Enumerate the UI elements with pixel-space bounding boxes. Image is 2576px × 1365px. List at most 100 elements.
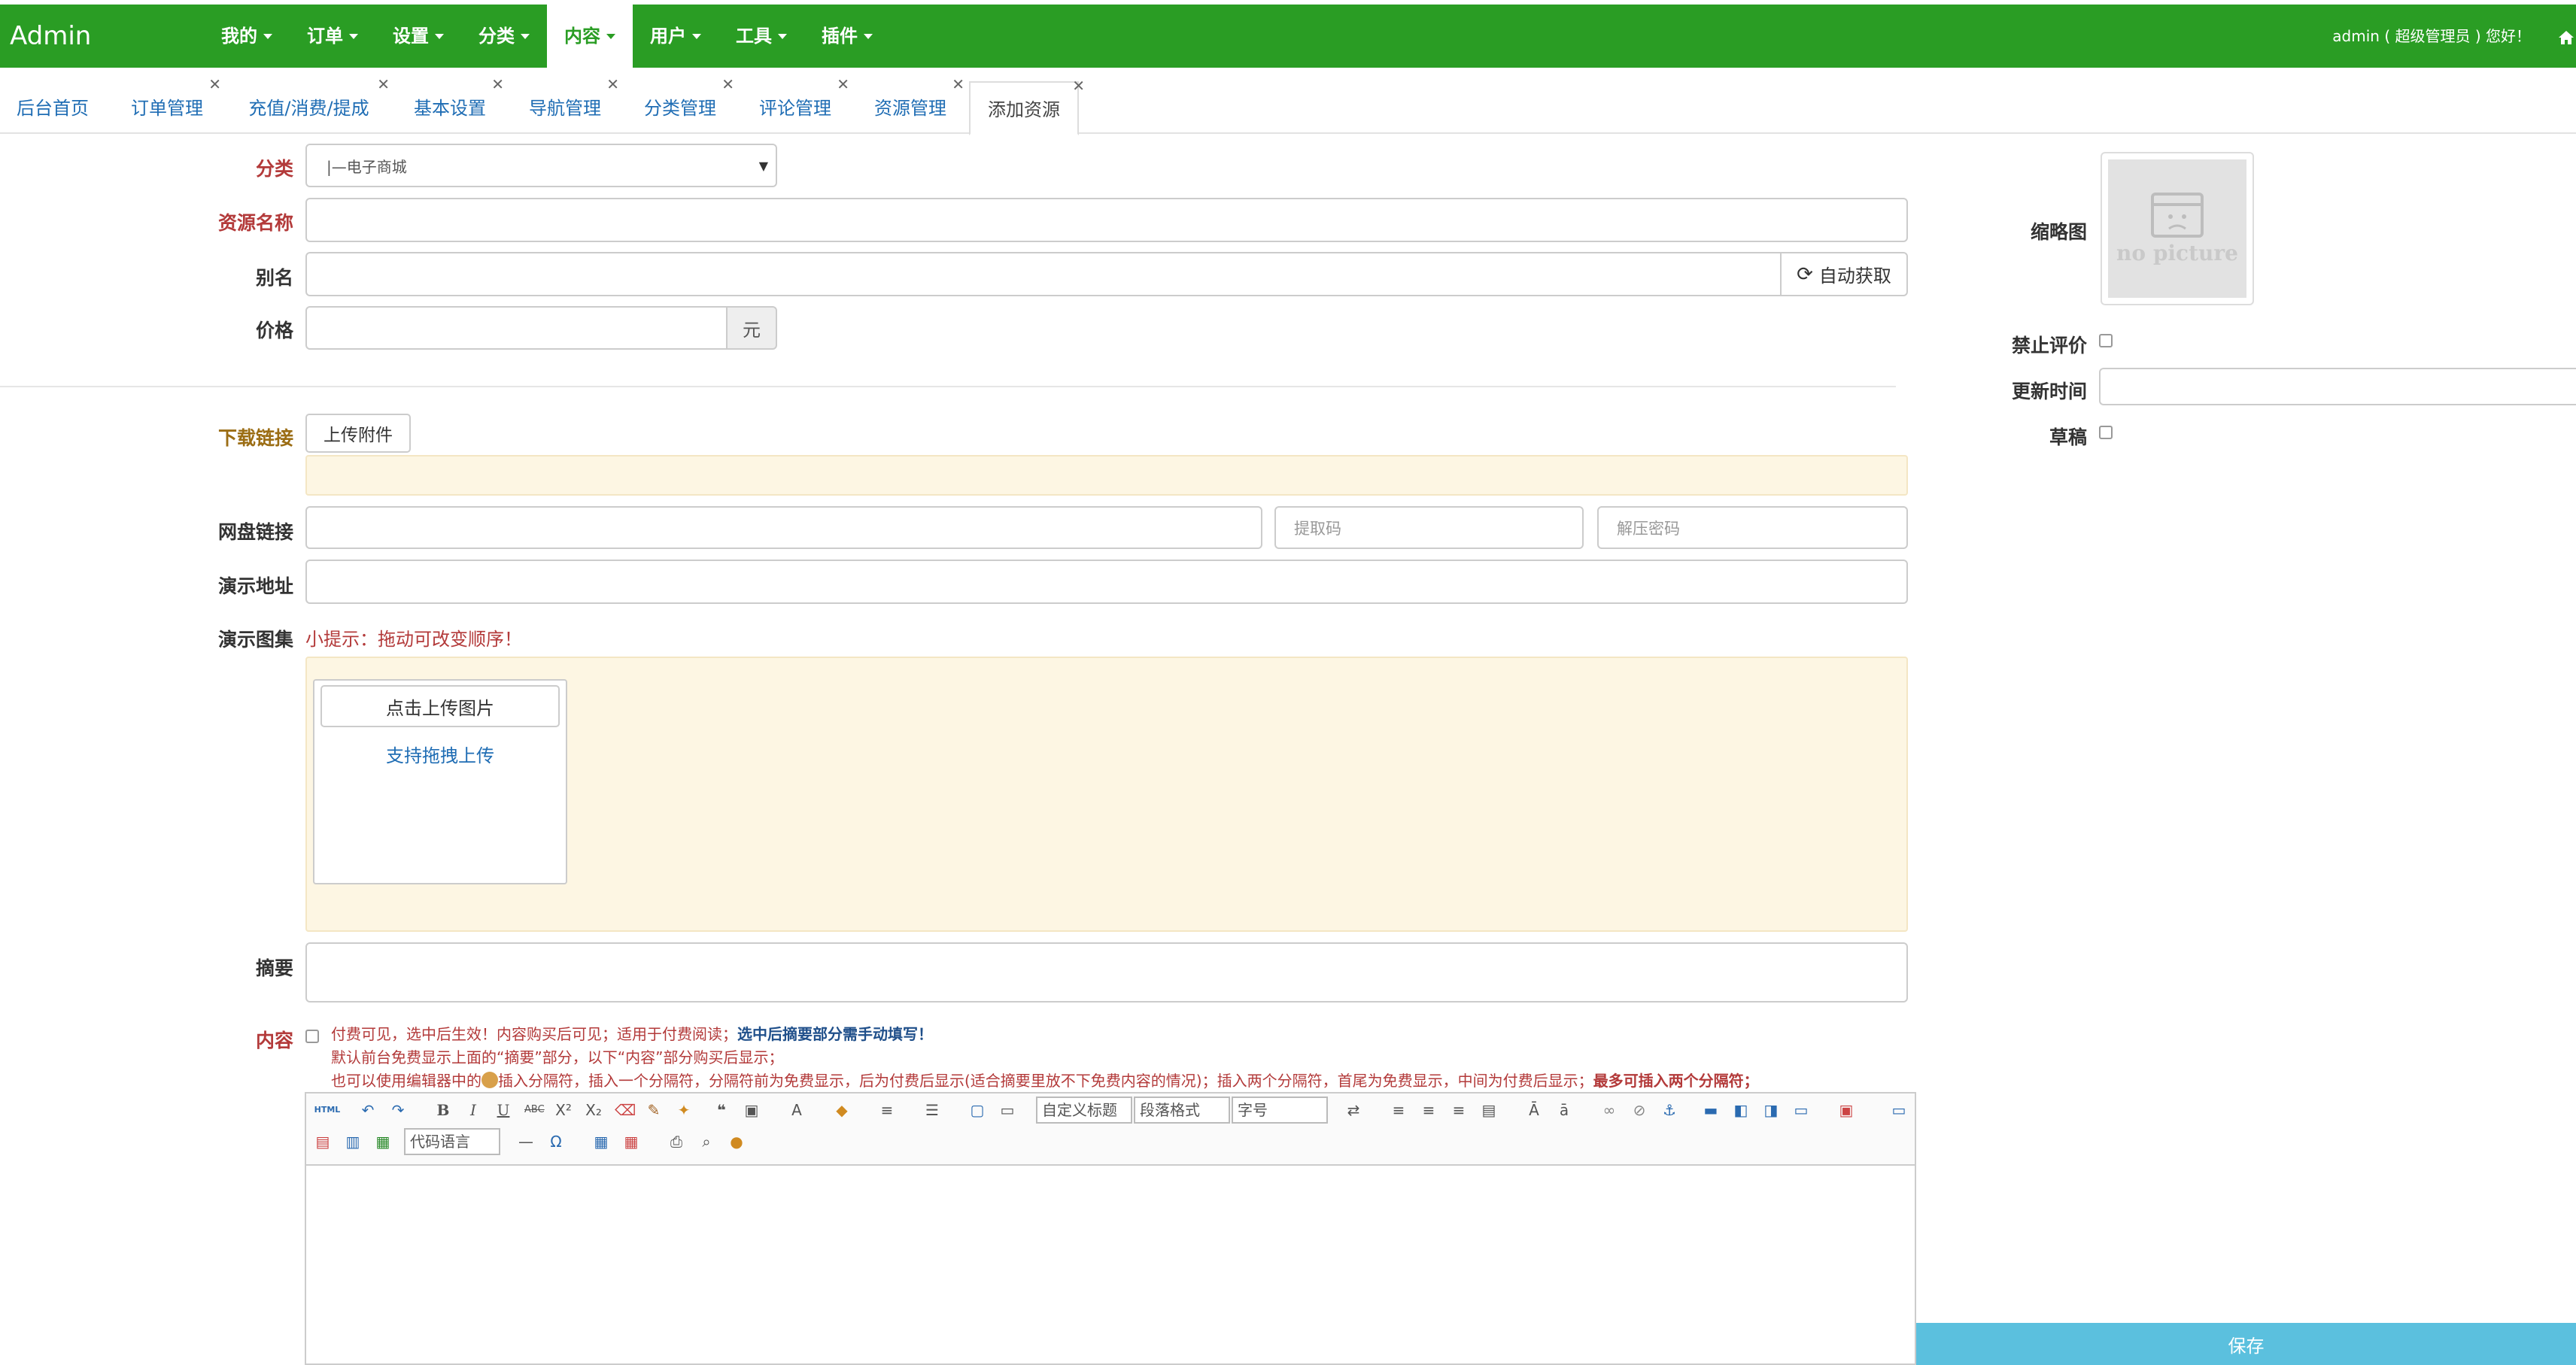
undo-icon[interactable]: ↶ — [359, 1101, 377, 1119]
alias-input[interactable] — [305, 252, 1782, 296]
align-center-icon[interactable]: ≡ — [1420, 1101, 1438, 1119]
insert-file-icon[interactable]: ▦ — [374, 1133, 392, 1151]
close-icon[interactable]: ✕ — [377, 77, 390, 92]
user-greeting[interactable]: admin ( 超级管理员 ) 您好！ — [2332, 5, 2531, 68]
close-icon[interactable]: ✕ — [208, 77, 221, 92]
nav-item-content[interactable]: 内容 — [547, 5, 633, 68]
image-float-right-icon[interactable]: ◨ — [1762, 1101, 1780, 1119]
rich-text-editor[interactable]: HTML ↶ ↷ B I U ABC X² X₂ ⌫ ✎ ✦ ❝ ▣ A ◆ ≡… — [305, 1092, 1916, 1365]
eraser-icon[interactable]: ⌫ — [615, 1101, 636, 1119]
extract-code-input[interactable]: 提取码 — [1274, 506, 1584, 549]
case-upper-icon[interactable]: Ā — [1525, 1101, 1543, 1119]
blockquote-icon[interactable]: ❝ — [712, 1101, 731, 1119]
demo-url-input[interactable] — [305, 560, 1908, 604]
ordered-list-icon[interactable]: ≡ — [878, 1101, 896, 1119]
direction-icon[interactable]: ⇄ — [1344, 1101, 1362, 1119]
draft-checkbox[interactable] — [2099, 426, 2113, 439]
anchor-icon[interactable]: ⚓ — [1660, 1101, 1678, 1119]
clear-doc-icon[interactable]: ▭ — [998, 1101, 1016, 1119]
superscript-icon[interactable]: X² — [554, 1101, 573, 1119]
fullscreen-icon[interactable]: ▭ — [1890, 1101, 1908, 1119]
summary-textarea[interactable] — [305, 942, 1908, 1003]
insert-video-icon[interactable]: ▤ — [314, 1133, 332, 1151]
page-break-icon[interactable]: ● — [728, 1133, 746, 1151]
section-divider — [0, 386, 1896, 387]
font-color-icon[interactable]: A — [788, 1101, 806, 1119]
preview-icon[interactable]: ⌕ — [697, 1133, 715, 1151]
close-icon[interactable]: ✕ — [491, 77, 504, 92]
italic-icon[interactable]: I — [464, 1101, 482, 1119]
nav-item-users[interactable]: 用户 — [633, 5, 718, 68]
price-input[interactable] — [305, 306, 728, 350]
link-icon[interactable]: ∞ — [1600, 1101, 1618, 1119]
tab-dashboard[interactable]: 后台首页 — [6, 81, 99, 134]
subscript-icon[interactable]: X₂ — [585, 1101, 603, 1119]
tab-nav-management[interactable]: 导航管理 ✕ — [518, 77, 619, 134]
nav-item-tools[interactable]: 工具 — [718, 5, 804, 68]
redo-icon[interactable]: ↷ — [389, 1101, 407, 1119]
save-icon[interactable]: ▥ — [344, 1133, 362, 1151]
nav-item-mine[interactable]: 我的 — [204, 5, 290, 68]
tab-order-management[interactable]: 订单管理 ✕ — [120, 77, 221, 134]
insert-table-icon[interactable]: ▦ — [592, 1133, 610, 1151]
code-language-select[interactable]: 代码语言 — [404, 1128, 500, 1155]
nav-item-orders[interactable]: 订单 — [290, 5, 375, 68]
close-icon[interactable]: ✕ — [606, 77, 619, 92]
update-time-input[interactable] — [2099, 368, 2576, 405]
home-icon[interactable] — [2558, 30, 2574, 45]
tab-comment-management[interactable]: 评论管理 ✕ — [749, 77, 849, 134]
disable-comment-checkbox[interactable] — [2099, 334, 2113, 347]
tab-add-resource[interactable]: 添加资源 ✕ — [969, 78, 1085, 135]
highlight-icon[interactable]: ◆ — [833, 1101, 851, 1119]
close-icon[interactable]: ✕ — [721, 77, 734, 92]
print-icon[interactable]: ⎙ — [667, 1133, 685, 1151]
image-uploader[interactable]: 点击上传图片 支持拖拽上传 — [313, 679, 567, 884]
table-delete-icon[interactable]: ▦ — [622, 1133, 640, 1151]
tab-resource-management[interactable]: 资源管理 ✕ — [864, 77, 964, 134]
font-size-select[interactable]: 字号 — [1232, 1097, 1328, 1124]
html-source-icon[interactable]: HTML — [314, 1101, 341, 1119]
nav-item-category[interactable]: 分类 — [461, 5, 547, 68]
close-icon[interactable]: ✕ — [1072, 78, 1085, 93]
upload-attachment-button[interactable]: 上传附件 — [305, 414, 411, 453]
editor-content-area[interactable] — [306, 1166, 1915, 1361]
close-icon[interactable]: ✕ — [837, 77, 849, 92]
case-lower-icon[interactable]: ā — [1555, 1101, 1573, 1119]
image-float-none-icon[interactable]: ▬ — [1702, 1101, 1720, 1119]
auto-fetch-button[interactable]: ⟳ 自动获取 — [1780, 252, 1908, 296]
tab-recharge[interactable]: 充值/消费/提成 ✕ — [235, 77, 390, 134]
category-select[interactable]: |—电子商城 ▼ — [305, 144, 777, 187]
paragraph-format-select[interactable]: 段落格式 — [1134, 1097, 1230, 1124]
special-char-icon[interactable]: Ω — [547, 1133, 565, 1151]
paid-visible-checkbox[interactable] — [305, 1030, 319, 1043]
align-left-icon[interactable]: ≡ — [1390, 1101, 1408, 1119]
align-justify-icon[interactable]: ▤ — [1480, 1101, 1498, 1119]
unordered-list-icon[interactable]: ☰ — [923, 1101, 941, 1119]
bold-icon[interactable]: B — [434, 1101, 452, 1119]
image-float-left-icon[interactable]: ◧ — [1732, 1101, 1750, 1119]
unlink-icon[interactable]: ⊘ — [1630, 1101, 1648, 1119]
paste-plain-icon[interactable]: ▣ — [743, 1101, 761, 1119]
brand-logo[interactable]: Admin — [0, 5, 204, 68]
netdisk-url-input[interactable] — [305, 506, 1262, 549]
format-brush-icon[interactable]: ✎ — [645, 1101, 663, 1119]
strikethrough-icon[interactable]: ABC — [524, 1101, 545, 1119]
resource-name-input[interactable] — [305, 198, 1908, 242]
magic-icon[interactable]: ✦ — [675, 1101, 693, 1119]
close-icon[interactable]: ✕ — [952, 77, 964, 92]
tab-basic-settings[interactable]: 基本设置 ✕ — [403, 77, 504, 134]
unzip-password-input[interactable]: 解压密码 — [1597, 506, 1908, 549]
custom-title-select[interactable]: 自定义标题 — [1036, 1097, 1132, 1124]
horizontal-rule-icon[interactable]: — — [517, 1133, 535, 1151]
select-all-icon[interactable]: ▢ — [968, 1101, 986, 1119]
nav-item-settings[interactable]: 设置 — [375, 5, 461, 68]
underline-icon[interactable]: U — [494, 1101, 512, 1119]
tab-category-management[interactable]: 分类管理 ✕ — [633, 77, 734, 134]
thumbnail-picker[interactable]: no picture — [2101, 152, 2254, 305]
insert-image-icon[interactable]: ▣ — [1837, 1101, 1855, 1119]
upload-image-button[interactable]: 点击上传图片 — [320, 685, 560, 727]
save-button[interactable]: 保存 — [1916, 1323, 2576, 1365]
nav-item-plugins[interactable]: 插件 — [804, 5, 890, 68]
image-center-icon[interactable]: ▭ — [1792, 1101, 1810, 1119]
align-right-icon[interactable]: ≡ — [1450, 1101, 1468, 1119]
